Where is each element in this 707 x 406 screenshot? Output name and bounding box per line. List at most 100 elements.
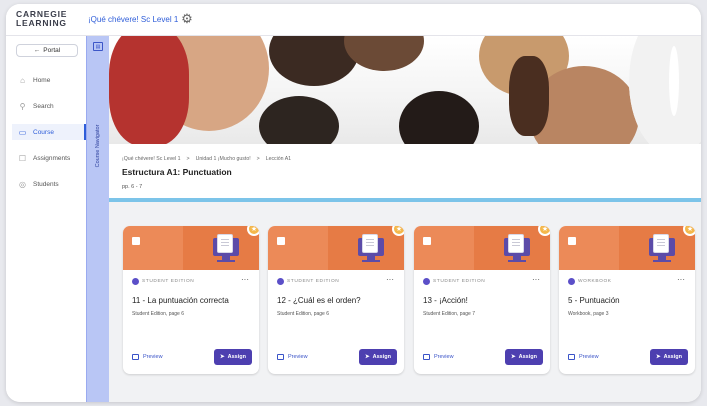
card-subtitle: Student Edition, page 7	[423, 311, 475, 317]
students-icon: ◎	[19, 179, 26, 189]
sidebar-item-label: Home	[33, 76, 51, 84]
page-title: Estructura A1: Punctuation	[122, 167, 232, 177]
activity-card[interactable]: ★ STUDENT EDITION ··· 13 - ¡Acción! Stud…	[414, 226, 550, 374]
edition-text: STUDENT EDITION	[433, 279, 486, 284]
preview-button[interactable]: Preview	[277, 354, 308, 360]
edition-label: STUDENT EDITION	[132, 278, 194, 285]
preview-label: Preview	[143, 354, 163, 360]
card-title: 13 - ¡Acción!	[423, 296, 468, 305]
logo-line-2: LEARNING	[16, 18, 67, 28]
breadcrumb-item[interactable]: Unidad 1 ¡Mucho gusto!	[196, 156, 251, 162]
course-selector-label: ¡Qué chévere! Sc Level 1	[88, 15, 179, 24]
send-icon: ➤	[365, 354, 370, 360]
monitor-document-icon	[645, 235, 677, 263]
edition-label: STUDENT EDITION	[423, 278, 485, 285]
more-options-icon[interactable]: ···	[386, 276, 394, 284]
preview-icon	[568, 354, 575, 360]
assign-button[interactable]: ➤ Assign	[214, 349, 252, 365]
send-icon: ➤	[220, 354, 225, 360]
sidebar-item-assignments[interactable]: ☐ Assignments	[12, 150, 86, 166]
card-checkbox[interactable]	[132, 237, 140, 245]
edition-label: STUDENT EDITION	[277, 278, 339, 285]
course-icon: ▭	[18, 127, 27, 137]
course-navigator-label: Course Navigator	[95, 124, 101, 168]
search-icon: ⚲	[19, 101, 26, 111]
edition-icon	[132, 278, 139, 285]
sidebar-item-label: Students	[33, 180, 59, 188]
sidebar: ← Portal ⌂ Home ⚲ Search ▭ Course ☐ Assi…	[6, 36, 86, 402]
assign-label: Assign	[663, 354, 682, 360]
preview-icon	[277, 354, 284, 360]
sidebar-item-home[interactable]: ⌂ Home	[12, 72, 86, 88]
edition-text: STUDENT EDITION	[142, 279, 195, 284]
edition-icon	[277, 278, 284, 285]
assign-label: Assign	[227, 354, 246, 360]
preview-icon	[132, 354, 139, 360]
breadcrumb-item[interactable]: ¡Qué chévere! Sc Level 1	[122, 156, 181, 162]
hero-image	[109, 36, 701, 144]
card-banner: ★	[123, 226, 259, 270]
preview-icon	[423, 354, 430, 360]
hero-face	[259, 96, 339, 144]
hero-hair	[109, 36, 189, 144]
breadcrumb-item[interactable]: Lección A1	[266, 156, 291, 162]
breadcrumb: ¡Qué chévere! Sc Level 1 > Unidad 1 ¡Muc…	[122, 156, 291, 162]
edition-text: STUDENT EDITION	[287, 279, 340, 284]
hero-hair	[509, 56, 549, 136]
activity-card[interactable]: ★ STUDENT EDITION ··· 12 - ¿Cuál es el o…	[268, 226, 404, 374]
card-banner: ★	[414, 226, 550, 270]
portal-button[interactable]: ← Portal	[16, 44, 78, 57]
more-options-icon[interactable]: ···	[532, 276, 540, 284]
edition-text: WORKBOOK	[578, 279, 612, 284]
card-subtitle: Workbook, page 3	[568, 311, 609, 317]
edition-label: WORKBOOK	[568, 278, 612, 285]
hero-face	[629, 36, 701, 144]
top-bar: CARNEGIE LEARNING ¡Qué chévere! Sc Level…	[6, 4, 701, 36]
course-navigator-panel[interactable]: ▤ Course Navigator	[86, 36, 109, 402]
card-subtitle: Student Edition, page 6	[132, 311, 184, 317]
chevron-right-icon: >	[186, 156, 190, 162]
assign-button[interactable]: ➤ Assign	[650, 349, 688, 365]
card-checkbox[interactable]	[568, 237, 576, 245]
gear-icon[interactable]: ⚙	[180, 12, 194, 26]
carnegie-learning-logo[interactable]: CARNEGIE LEARNING	[16, 10, 72, 28]
star-badge-icon: ★	[247, 226, 259, 236]
activity-card[interactable]: ★ STUDENT EDITION ··· 11 - La puntuación…	[123, 226, 259, 374]
app-window: CARNEGIE LEARNING ¡Qué chévere! Sc Level…	[6, 4, 701, 402]
sidebar-item-course[interactable]: ▭ Course	[12, 124, 86, 140]
assign-label: Assign	[372, 354, 391, 360]
monitor-document-icon	[500, 235, 532, 263]
edition-icon	[423, 278, 430, 285]
card-checkbox[interactable]	[423, 237, 431, 245]
panel-toggle-icon[interactable]: ▤	[93, 42, 103, 51]
send-icon: ➤	[511, 354, 516, 360]
monitor-document-icon	[354, 235, 386, 263]
preview-label: Preview	[579, 354, 599, 360]
star-badge-icon: ★	[538, 226, 550, 236]
card-title: 5 - Puntuación	[568, 296, 620, 305]
more-options-icon[interactable]: ···	[677, 276, 685, 284]
card-banner: ★	[268, 226, 404, 270]
card-title: 12 - ¿Cuál es el orden?	[277, 296, 361, 305]
monitor-document-icon	[209, 235, 241, 263]
more-options-icon[interactable]: ···	[241, 276, 249, 284]
preview-button[interactable]: Preview	[132, 354, 163, 360]
sidebar-item-students[interactable]: ◎ Students	[12, 176, 86, 192]
send-icon: ➤	[656, 354, 661, 360]
assignments-icon: ☐	[18, 153, 27, 163]
hero-face	[344, 36, 424, 71]
assign-label: Assign	[518, 354, 537, 360]
card-checkbox[interactable]	[277, 237, 285, 245]
assign-button[interactable]: ➤ Assign	[359, 349, 397, 365]
portal-label: Portal	[43, 47, 61, 54]
star-badge-icon: ★	[683, 226, 695, 236]
sidebar-item-search[interactable]: ⚲ Search	[12, 98, 86, 114]
sidebar-item-label: Course	[33, 128, 54, 136]
edition-icon	[568, 278, 575, 285]
preview-button[interactable]: Preview	[423, 354, 454, 360]
assign-button[interactable]: ➤ Assign	[505, 349, 543, 365]
course-selector[interactable]: ¡Qué chévere! Sc Level 1 ⌄	[88, 15, 190, 24]
activity-card[interactable]: ★ WORKBOOK ··· 5 - Puntuación Workbook, …	[559, 226, 695, 374]
preview-button[interactable]: Preview	[568, 354, 599, 360]
hero-face	[399, 91, 479, 144]
